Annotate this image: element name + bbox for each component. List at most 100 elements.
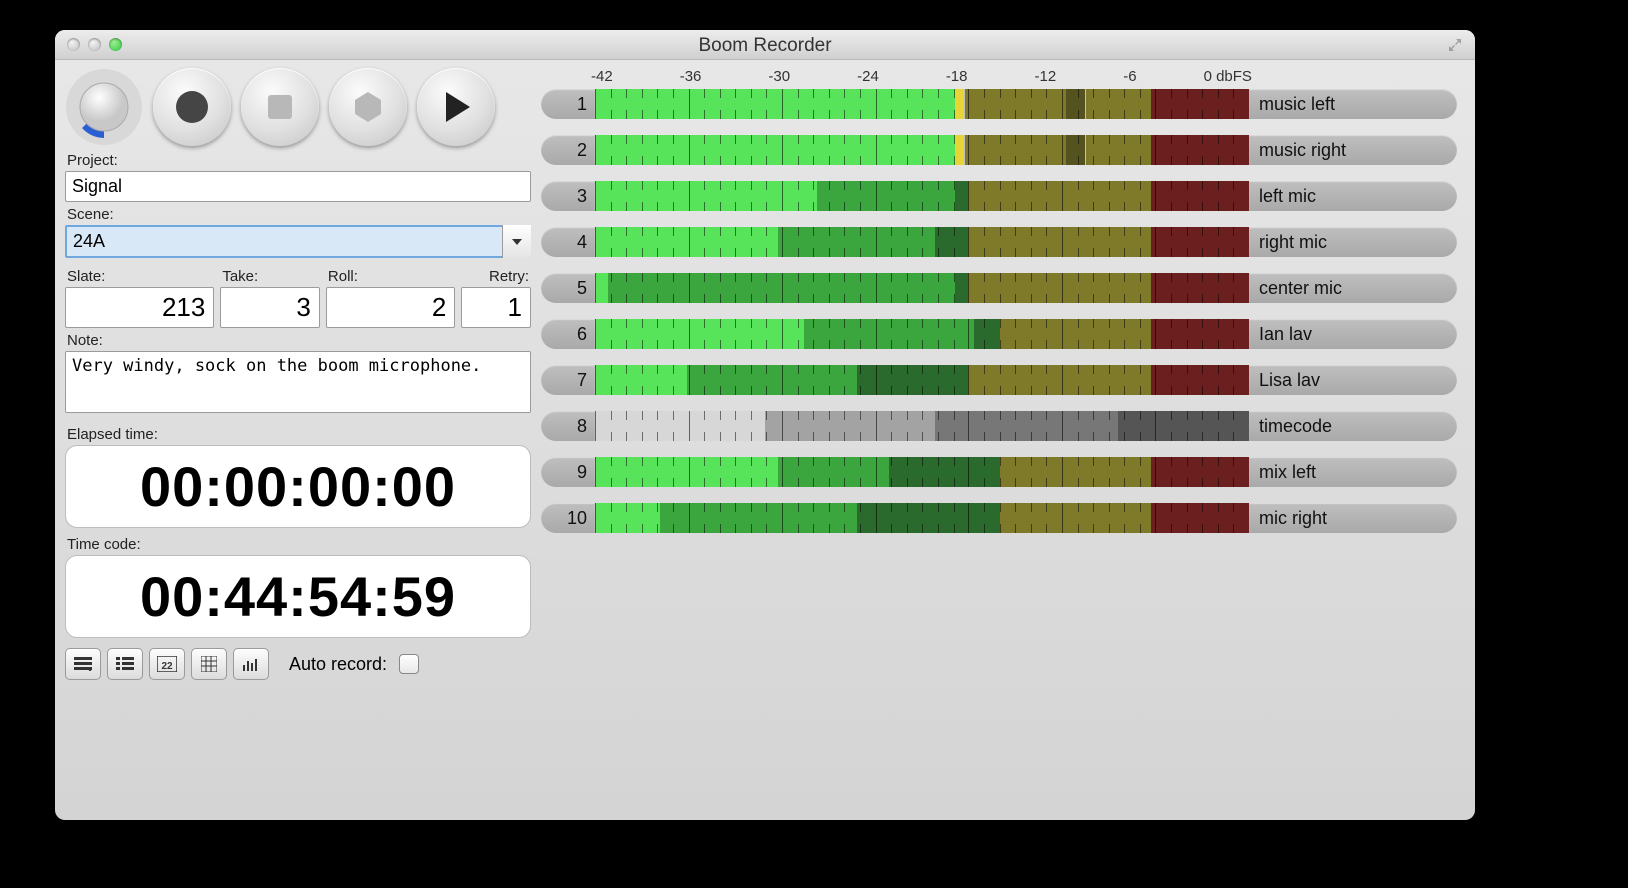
level-meter [595,135,1249,165]
level-meter [595,273,1249,303]
meter-segment [1151,227,1249,257]
view-meters-button[interactable] [233,648,269,680]
slate-label: Slate: [67,268,212,285]
meter-row: 9 mix left [541,457,1457,487]
timecode-label: Time code: [67,536,529,553]
meter-segment [857,503,1001,533]
channel-number: 4 [541,227,595,257]
level-meter [595,457,1249,487]
scene-dropdown-button[interactable] [502,225,531,258]
meter-segment [765,411,778,441]
view-table-button[interactable] [107,648,143,680]
channel-name[interactable]: timecode [1249,411,1457,441]
scene-label: Scene: [67,206,529,223]
meter-row: 4 right mic [541,227,1457,257]
meter-segment [1151,273,1249,303]
meter-row: 1music left [541,89,1457,119]
meter-segment [791,227,935,257]
meter-segment [1151,503,1249,533]
meter-segment [687,365,700,395]
meter-segment [595,319,804,349]
channel-name[interactable]: Lisa lav [1249,365,1457,395]
play-button[interactable] [417,68,495,146]
meter-segment [778,457,791,487]
timecode-display: 00:44:54:59 [65,555,531,638]
meter-segment [608,273,726,303]
meter-segment [935,411,1118,441]
project-label: Project: [67,152,529,169]
svg-text:22: 22 [161,661,173,672]
meter-row: 10mic right [541,503,1457,533]
channel-name[interactable]: left mic [1249,181,1457,211]
channel-number: 3 [541,181,595,211]
channel-name[interactable]: mic right [1249,503,1457,533]
auto-record-checkbox[interactable] [399,654,419,674]
level-meter [595,365,1249,395]
elapsed-display: 00:00:00:00 [65,445,531,528]
meter-segment [804,319,817,349]
meter-segment [1151,365,1249,395]
slate-input[interactable] [65,287,214,328]
meter-segment [1118,411,1249,441]
meter-segment [955,89,965,119]
scene-combo[interactable] [65,225,531,258]
meter-segment [726,273,955,303]
meter-segment [791,457,889,487]
scale-tick: -6 [1123,68,1136,85]
level-meter [595,89,1249,119]
meter-segment [817,181,830,211]
meter-segment [778,411,935,441]
gain-knob[interactable] [65,68,143,146]
meter-segment [1151,135,1249,165]
note-input[interactable] [65,351,531,413]
meter-row: 6 Ian lav [541,319,1457,349]
project-input[interactable] [65,171,531,202]
retry-label: Retry: [463,268,529,285]
channel-name[interactable]: center mic [1249,273,1457,303]
channel-number: 2 [541,135,595,165]
bottom-toolbar: 22 Auto record: [65,648,531,680]
take-input[interactable] [220,287,320,328]
meter-segment [1066,89,1086,119]
meter-segment [595,135,955,165]
channel-number: 6 [541,319,595,349]
roll-label: Roll: [328,268,453,285]
level-meter [595,503,1249,533]
view-grid-button[interactable] [191,648,227,680]
channel-name[interactable]: Ian lav [1249,319,1457,349]
level-meter [595,227,1249,257]
transport-bar [65,68,531,146]
level-meter [595,411,1249,441]
channel-name[interactable]: right mic [1249,227,1457,257]
pause-button[interactable] [329,68,407,146]
app-window: Boom Recorder [55,30,1475,820]
roll-input[interactable] [326,287,455,328]
channel-name[interactable]: music right [1249,135,1457,165]
stop-button[interactable] [241,68,319,146]
meter-segment [595,457,778,487]
meter-segment [968,273,1151,303]
channel-number: 7 [541,365,595,395]
channel-number: 9 [541,457,595,487]
retry-input[interactable] [461,287,531,328]
chevron-down-icon [512,239,522,245]
meter-segment [1151,319,1249,349]
channel-number: 8 [541,411,595,441]
meter-segment [965,135,1066,165]
channel-name[interactable]: mix left [1249,457,1457,487]
view-list-button[interactable] [65,648,101,680]
auto-record-label: Auto record: [289,654,387,675]
meter-segment [595,365,687,395]
level-meter [595,181,1249,211]
meter-segment [830,181,954,211]
record-button[interactable] [153,68,231,146]
meter-segment [968,365,1151,395]
view-calendar-button[interactable]: 22 [149,648,185,680]
meter-segment [595,181,817,211]
fullscreen-icon[interactable] [1447,37,1463,53]
meter-segment [595,411,765,441]
scale-tick: -30 [768,68,790,85]
meter-segment [660,503,673,533]
channel-name[interactable]: music left [1249,89,1457,119]
meter-segment [935,227,968,257]
